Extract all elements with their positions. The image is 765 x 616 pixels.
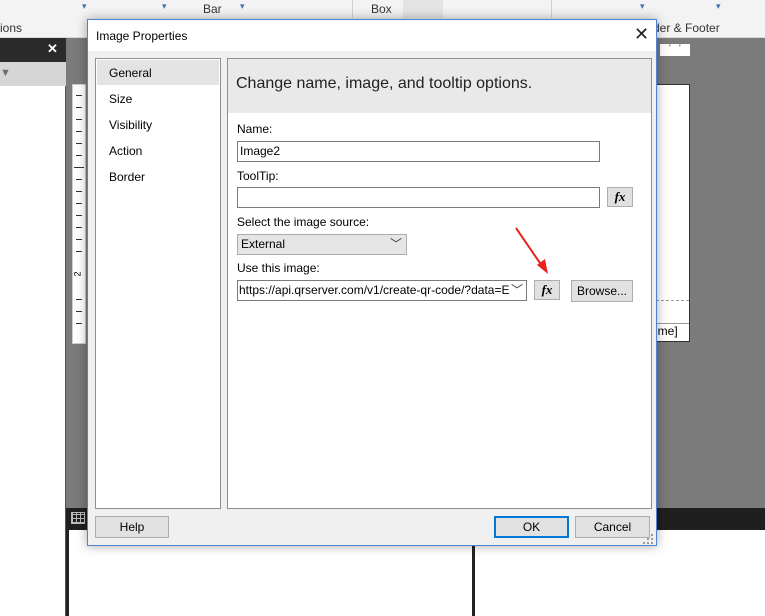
left-pane-header: ▼ bbox=[0, 62, 66, 86]
ruler-number: 2 bbox=[72, 271, 83, 277]
properties-nav: General Size Visibility Action Border bbox=[95, 58, 221, 509]
name-label: Name: bbox=[237, 122, 273, 136]
general-panel: Change name, image, and tooltip options.… bbox=[227, 58, 652, 509]
help-button[interactable]: Help bbox=[95, 516, 169, 538]
pane-border bbox=[66, 530, 69, 616]
browse-button[interactable]: Browse... bbox=[571, 280, 633, 302]
nav-item-border[interactable]: Border bbox=[97, 164, 219, 189]
image-source-value: External bbox=[241, 237, 286, 251]
ribbon-separator bbox=[551, 0, 552, 18]
ribbon-separator bbox=[352, 0, 353, 18]
ribbon-highlight bbox=[403, 0, 443, 18]
chevron-down-icon[interactable]: ▾ bbox=[240, 1, 245, 12]
ribbon-group-label: der & Footer bbox=[653, 21, 720, 35]
chevron-down-icon[interactable]: ▾ bbox=[162, 1, 167, 12]
grid-icon[interactable] bbox=[71, 512, 85, 524]
dialog-title: Image Properties bbox=[96, 29, 188, 43]
fx-icon: fx bbox=[614, 189, 626, 204]
tooltip-input[interactable] bbox=[237, 187, 600, 208]
pane-down-icon[interactable]: ▼ bbox=[0, 67, 11, 79]
arrow-annotation bbox=[515, 227, 548, 274]
fx-icon: fx bbox=[541, 282, 553, 297]
image-expression-button[interactable]: fx bbox=[534, 280, 560, 300]
ribbon-box-label: Box bbox=[371, 2, 392, 16]
pane-title-strip: ✕ bbox=[0, 38, 66, 62]
close-icon[interactable]: ✕ bbox=[47, 41, 58, 57]
ribbon-bar-label: Bar bbox=[203, 2, 222, 16]
nav-item-general[interactable]: General bbox=[97, 60, 219, 85]
chevron-down-icon[interactable]: ▾ bbox=[716, 1, 721, 12]
ruler-tick: ' bbox=[679, 43, 681, 53]
ok-button[interactable]: OK bbox=[494, 516, 569, 538]
nav-item-action[interactable]: Action bbox=[97, 138, 219, 163]
left-pane bbox=[0, 62, 66, 616]
chevron-down-icon: ﹀ bbox=[510, 281, 523, 300]
tooltip-expression-button[interactable]: fx bbox=[607, 187, 633, 207]
close-icon[interactable]: ✕ bbox=[634, 24, 649, 44]
panel-header-text: Change name, image, and tooltip options. bbox=[236, 75, 533, 92]
image-source-select[interactable]: External ﹀ bbox=[237, 234, 407, 255]
nav-item-size[interactable]: Size bbox=[97, 86, 219, 111]
tooltip-label: ToolTip: bbox=[237, 169, 279, 183]
use-image-combo[interactable]: https://api.qrserver.com/v1/create-qr-co… bbox=[237, 280, 527, 301]
image-properties-dialog: Image Properties ✕ General Size Visibili… bbox=[87, 19, 657, 546]
ruler-tick: ' bbox=[669, 43, 671, 53]
dialog-titlebar: Image Properties ✕ bbox=[88, 20, 656, 51]
ribbon-group-label: ions bbox=[0, 21, 23, 35]
nav-item-visibility[interactable]: Visibility bbox=[97, 112, 219, 137]
chevron-down-icon[interactable]: ▾ bbox=[82, 1, 87, 12]
resize-grip-icon[interactable] bbox=[642, 533, 654, 545]
chevron-down-icon: ﹀ bbox=[389, 237, 402, 251]
chevron-down-icon[interactable]: ▾ bbox=[640, 1, 645, 12]
use-image-value: https://api.qrserver.com/v1/create-qr-co… bbox=[239, 283, 509, 297]
use-image-label: Use this image: bbox=[237, 261, 320, 275]
ruler-tab: ' ' bbox=[660, 43, 690, 56]
vertical-ruler: 2 bbox=[72, 84, 86, 344]
name-input[interactable]: Image2 bbox=[237, 141, 600, 162]
panel-header: Change name, image, and tooltip options. bbox=[228, 59, 651, 113]
image-source-label: Select the image source: bbox=[237, 215, 370, 229]
cancel-button[interactable]: Cancel bbox=[575, 516, 650, 538]
